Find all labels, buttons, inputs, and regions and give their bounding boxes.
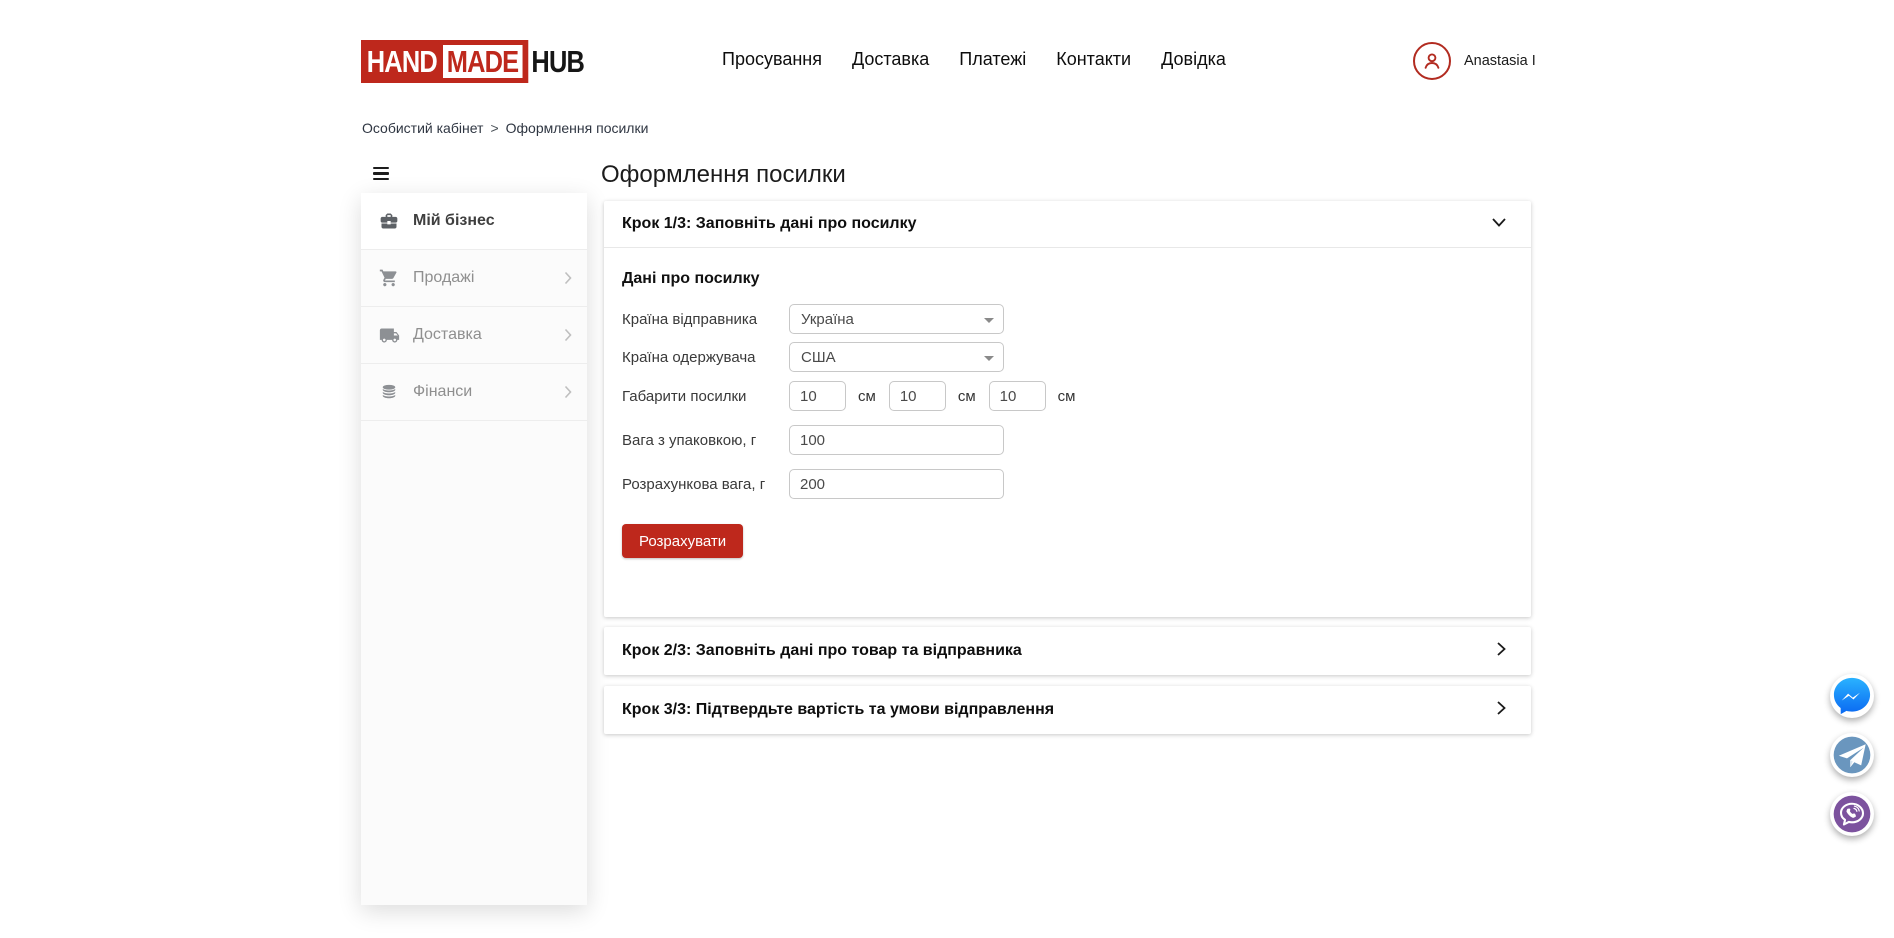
accordion-step-1-header[interactable]: Крок 1/3: Заповніть дані про посилку xyxy=(604,201,1531,248)
nav-item-contacts[interactable]: Контакти xyxy=(1056,49,1131,70)
dimensions-label: Габарити посилки xyxy=(622,388,789,405)
accordion-step-1-title: Крок 1/3: Заповніть дані про посилку xyxy=(622,215,917,233)
top-navigation: Просування Доставка Платежі Контакти Дов… xyxy=(722,49,1226,70)
parcel-form: Дані про посилку Країна відправника Укра… xyxy=(604,248,1531,558)
chevron-right-icon xyxy=(1495,641,1507,662)
nav-item-payments[interactable]: Платежі xyxy=(959,49,1026,70)
sidebar-toggle-hamburger-icon[interactable] xyxy=(373,167,389,180)
sidebar-item-delivery[interactable]: Доставка xyxy=(361,307,587,364)
sidebar: Мій бізнес Продажі Доставка Фінанси xyxy=(361,193,587,905)
chevron-right-icon xyxy=(1495,700,1507,721)
sender-country-label: Країна відправника xyxy=(622,311,789,328)
packed-weight-label: Вага з упаковкою, г xyxy=(622,432,789,449)
recipient-country-select[interactable]: США xyxy=(789,342,1004,372)
logo-text-made: MADE xyxy=(443,45,523,78)
sidebar-item-label: Доставка xyxy=(413,326,482,344)
breadcrumb-link-cabinet[interactable]: Особистий кабінет xyxy=(362,120,483,136)
chevron-right-icon xyxy=(564,385,572,399)
logo-red-box: HAND MADE xyxy=(361,40,528,83)
sidebar-item-label: Фінанси xyxy=(413,383,472,401)
dimension-length-input[interactable] xyxy=(789,381,846,411)
user-name: Anastasia I xyxy=(1464,53,1536,69)
user-menu[interactable]: Anastasia I xyxy=(1413,42,1536,80)
coins-icon xyxy=(378,381,400,403)
unit-cm-label: см xyxy=(858,388,876,405)
accordion-step-3[interactable]: Крок 3/3: Підтвердьте вартість та умови … xyxy=(604,686,1531,734)
form-section-title: Дані про посилку xyxy=(622,269,1513,289)
cart-icon xyxy=(378,267,400,289)
chevron-right-icon xyxy=(564,328,572,342)
dimension-width-input[interactable] xyxy=(889,381,946,411)
logo[interactable]: HAND MADE HUB xyxy=(361,40,584,83)
estimated-weight-label: Розрахункова вага, г xyxy=(622,476,789,493)
sidebar-item-finance[interactable]: Фінанси xyxy=(361,364,587,421)
recipient-country-label: Країна одержувача xyxy=(622,349,789,366)
breadcrumb-separator: > xyxy=(490,120,498,136)
sidebar-item-my-business[interactable]: Мій бізнес xyxy=(361,193,587,250)
calculate-button[interactable]: Розрахувати xyxy=(622,524,743,558)
accordion-step-2-title: Крок 2/3: Заповніть дані про товар та ві… xyxy=(622,642,1022,660)
sidebar-item-label: Мій бізнес xyxy=(413,212,495,230)
messenger-icon[interactable] xyxy=(1830,674,1874,718)
logo-text-hand: HAND xyxy=(367,44,437,80)
breadcrumb: Особистий кабінет > Оформлення посилки xyxy=(362,120,648,136)
accordion-step-3-title: Крок 3/3: Підтвердьте вартість та умови … xyxy=(622,701,1054,719)
unit-cm-label: см xyxy=(1058,388,1076,405)
accordion-step-2[interactable]: Крок 2/3: Заповніть дані про товар та ві… xyxy=(604,627,1531,675)
nav-item-delivery[interactable]: Доставка xyxy=(852,49,929,70)
user-avatar-icon xyxy=(1413,42,1451,80)
sender-country-select[interactable]: Україна xyxy=(789,304,1004,334)
accordion-step-1: Крок 1/3: Заповніть дані про посилку Дан… xyxy=(604,201,1531,617)
nav-item-promotion[interactable]: Просування xyxy=(722,49,822,70)
breadcrumb-current: Оформлення посилки xyxy=(506,120,649,136)
chevron-right-icon xyxy=(564,271,572,285)
nav-item-help[interactable]: Довідка xyxy=(1161,49,1226,70)
packed-weight-input[interactable] xyxy=(789,425,1004,455)
sidebar-item-label: Продажі xyxy=(413,269,474,287)
chevron-down-icon xyxy=(1491,215,1507,233)
page-title: Оформлення посилки xyxy=(601,161,846,189)
briefcase-icon xyxy=(378,210,400,232)
sidebar-item-sales[interactable]: Продажі xyxy=(361,250,587,307)
logo-text-hub: HUB xyxy=(531,44,584,80)
telegram-icon[interactable] xyxy=(1830,733,1874,777)
unit-cm-label: см xyxy=(958,388,976,405)
truck-icon xyxy=(378,324,400,346)
viber-icon[interactable] xyxy=(1830,792,1874,836)
dimension-height-input[interactable] xyxy=(989,381,1046,411)
estimated-weight-input[interactable] xyxy=(789,469,1004,499)
